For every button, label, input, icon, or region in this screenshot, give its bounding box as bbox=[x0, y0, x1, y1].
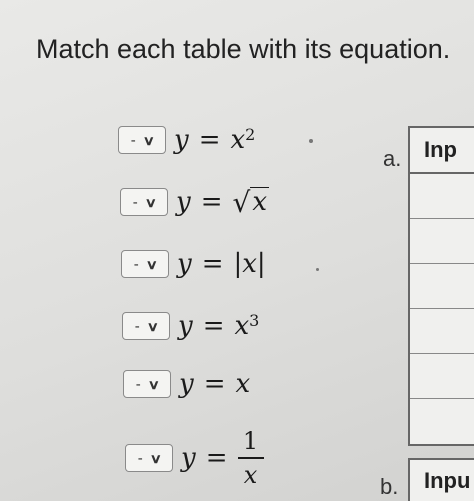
answer-select-6[interactable]: - ∨ bbox=[125, 444, 173, 472]
select-placeholder: - bbox=[134, 317, 140, 335]
table-b-label: b. bbox=[380, 474, 399, 499]
equals-sign: = bbox=[201, 249, 224, 279]
equation-lhs: y bbox=[178, 311, 193, 341]
equation-row-1: - ∨ y = x2 bbox=[118, 120, 255, 160]
square-root: √ x bbox=[233, 187, 270, 217]
select-placeholder: - bbox=[130, 131, 136, 149]
equation-2: y = √ x bbox=[176, 187, 270, 217]
chevron-down-icon: ∨ bbox=[149, 450, 162, 466]
select-placeholder: - bbox=[137, 449, 143, 467]
table-cell bbox=[410, 399, 474, 444]
table-a-label: a. bbox=[383, 146, 402, 171]
fraction-bar bbox=[237, 457, 264, 459]
answer-select-3[interactable]: - ∨ bbox=[121, 250, 169, 278]
equals-sign: = bbox=[203, 369, 226, 399]
fraction-numerator: 1 bbox=[242, 426, 259, 455]
table-cell bbox=[410, 354, 474, 399]
select-placeholder: - bbox=[135, 375, 141, 393]
table-a-header-input: Inp bbox=[410, 128, 474, 174]
equation-lhs: y bbox=[174, 125, 189, 155]
equation-lhs: y bbox=[179, 369, 194, 399]
radical-sign: √ bbox=[232, 185, 251, 219]
answer-select-5[interactable]: - ∨ bbox=[123, 370, 171, 398]
chevron-down-icon: ∨ bbox=[146, 318, 159, 334]
table-a: Inp bbox=[408, 126, 474, 446]
radicand: x bbox=[250, 187, 270, 218]
table-cell bbox=[410, 174, 474, 219]
chevron-down-icon: ∨ bbox=[145, 256, 158, 272]
answer-select-1[interactable]: - ∨ bbox=[118, 126, 166, 154]
equation-1: y = x2 bbox=[174, 124, 256, 156]
table-b-header-input: Inpu bbox=[408, 458, 474, 501]
equals-sign: = bbox=[200, 187, 223, 217]
chevron-down-icon: ∨ bbox=[144, 194, 157, 210]
equation-4: y = x3 bbox=[178, 310, 260, 342]
equals-sign: = bbox=[198, 125, 221, 155]
fraction: 1 x bbox=[237, 426, 264, 489]
equation-rhs: x bbox=[234, 311, 250, 341]
exponent: 3 bbox=[249, 310, 260, 330]
equation-row-3: - ∨ y = |x| bbox=[121, 244, 266, 284]
equation-lhs: y bbox=[181, 443, 196, 473]
equation-6: y = 1 x bbox=[181, 426, 264, 489]
answer-select-4[interactable]: - ∨ bbox=[122, 312, 170, 340]
exponent: 2 bbox=[245, 124, 256, 144]
select-placeholder: - bbox=[133, 255, 139, 273]
table-cell bbox=[410, 309, 474, 354]
equation-lhs: y bbox=[176, 187, 191, 217]
equals-sign: = bbox=[205, 443, 228, 473]
equation-rhs: x bbox=[230, 125, 246, 155]
equation-rhs: x bbox=[235, 369, 251, 399]
answer-select-2[interactable]: - ∨ bbox=[120, 188, 168, 216]
equation-row-5: - ∨ y = x bbox=[123, 364, 250, 404]
stray-dot bbox=[316, 268, 319, 271]
equation-row-4: - ∨ y = x3 bbox=[122, 306, 259, 346]
equation-3: y = |x| bbox=[177, 249, 266, 279]
table-cell bbox=[410, 264, 474, 309]
chevron-down-icon: ∨ bbox=[142, 132, 155, 148]
equation-rhs: |x| bbox=[233, 249, 266, 279]
equation-lhs: y bbox=[177, 249, 192, 279]
chevron-down-icon: ∨ bbox=[147, 376, 160, 392]
equation-row-2: - ∨ y = √ x bbox=[120, 182, 270, 222]
select-placeholder: - bbox=[132, 193, 138, 211]
stray-dot bbox=[309, 139, 313, 143]
equation-5: y = x bbox=[179, 369, 250, 399]
equals-sign: = bbox=[202, 311, 225, 341]
fraction-denominator: x bbox=[243, 460, 258, 489]
page-title: Match each table with its equation. bbox=[36, 34, 451, 64]
table-cell bbox=[410, 219, 474, 264]
equation-row-6: - ∨ y = 1 x bbox=[125, 427, 264, 488]
